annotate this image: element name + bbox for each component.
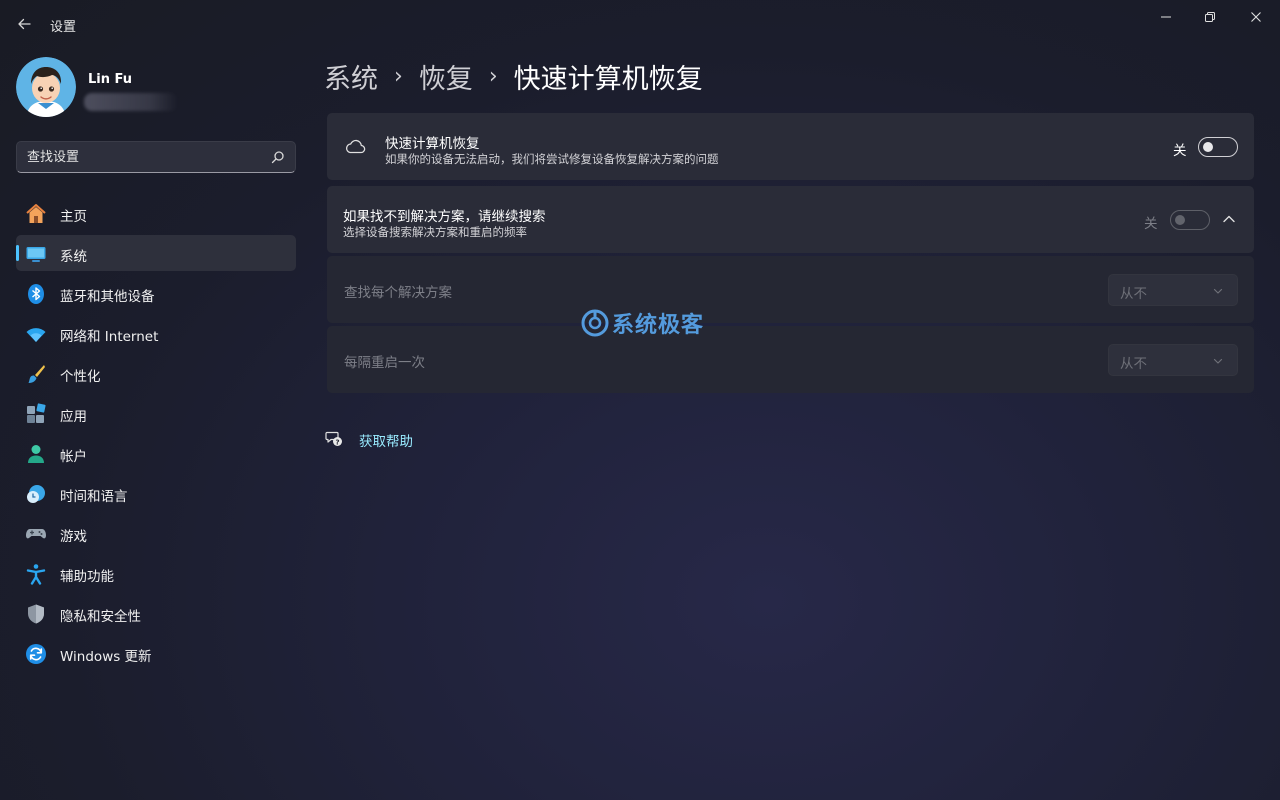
restart-interval-row: 每隔重启一次 从不 (327, 326, 1254, 393)
card-description: 选择设备搜索解决方案和重启的频率 (343, 225, 527, 239)
sidebar-item-label: 网络和 Internet (60, 329, 159, 345)
arrow-left-icon (18, 18, 31, 30)
sidebar-item-windows-update[interactable]: Windows 更新 (16, 635, 296, 671)
card-title: 如果找不到解决方案，请继续搜索 (343, 209, 546, 225)
restart-interval-dropdown[interactable]: 从不 (1108, 344, 1238, 376)
sidebar-item-label: 系统 (60, 249, 87, 265)
restore-button[interactable] (1194, 8, 1226, 26)
sidebar-item-label: 辅助功能 (60, 569, 114, 585)
cloud-icon (345, 139, 366, 154)
bluetooth-icon (25, 283, 47, 305)
sidebar-item-network[interactable]: 网络和 Internet (16, 315, 296, 351)
sidebar-item-gaming[interactable]: 游戏 (16, 515, 296, 551)
page-title: 快速计算机恢复 (513, 63, 703, 95)
setting-label: 每隔重启一次 (344, 355, 425, 371)
sidebar-item-bluetooth[interactable]: 蓝牙和其他设备 (16, 275, 296, 311)
quick-recovery-toggle[interactable] (1198, 137, 1238, 157)
breadcrumb-separator: › (394, 63, 403, 89)
setting-label: 查找每个解决方案 (344, 285, 452, 301)
sidebar-item-home[interactable]: 主页 (16, 195, 296, 231)
minimize-icon (1161, 16, 1171, 18)
chevron-up-icon[interactable] (1222, 212, 1236, 226)
quick-recovery-card: 快速计算机恢复 如果你的设备无法启动，我们将尝试修复设备恢复解决方案的问题 关 (327, 113, 1254, 180)
toggle-state-label: 关 (1173, 143, 1187, 159)
wifi-icon (25, 323, 47, 345)
search-input[interactable] (27, 142, 257, 172)
monitor-icon (25, 243, 47, 265)
user-name: Lin Fu (88, 72, 133, 87)
minimize-button[interactable] (1150, 8, 1182, 26)
gamepad-icon (25, 523, 47, 545)
sidebar-item-label: 帐户 (60, 449, 87, 465)
back-button[interactable] (14, 14, 34, 34)
watermark: 系统极客 (580, 308, 704, 338)
card-title: 快速计算机恢复 (385, 136, 480, 152)
get-help-link[interactable]: 获取帮助 (359, 430, 413, 450)
shield-icon (25, 603, 47, 625)
sidebar-item-system[interactable]: 系统 (16, 235, 296, 271)
accessibility-icon (25, 563, 47, 585)
find-solution-row: 查找每个解决方案 从不 (327, 256, 1254, 323)
sidebar-item-privacy[interactable]: 隐私和安全性 (16, 595, 296, 631)
sidebar-nav: 主页 系统 蓝牙和其他设备 网络和 Internet 个性化 应用 帐户 时间和… (16, 195, 296, 675)
sidebar-item-label: 时间和语言 (60, 489, 128, 505)
toggle-knob (1175, 215, 1185, 225)
breadcrumb: 系统 › 恢复 › 快速计算机恢复 (324, 56, 703, 96)
continue-search-toggle[interactable] (1170, 210, 1210, 230)
close-icon (1251, 12, 1261, 22)
toggle-knob (1203, 142, 1213, 152)
breadcrumb-item-recovery[interactable]: 恢复 (419, 57, 473, 96)
search-icon[interactable] (271, 150, 285, 164)
breadcrumb-item-system[interactable]: 系统 (324, 57, 378, 96)
brush-icon (25, 363, 47, 385)
home-icon (25, 203, 47, 225)
sidebar-item-personalization[interactable]: 个性化 (16, 355, 296, 391)
dropdown-value: 从不 (1120, 356, 1147, 372)
restore-icon (1205, 12, 1215, 22)
sidebar-item-accounts[interactable]: 帐户 (16, 435, 296, 471)
user-email-redacted (84, 93, 178, 111)
chevron-down-icon (1213, 358, 1223, 364)
refresh-icon (25, 643, 47, 665)
avatar[interactable] (16, 57, 76, 117)
sidebar-item-label: 主页 (60, 209, 87, 225)
find-solution-dropdown[interactable]: 从不 (1108, 274, 1238, 306)
sidebar-item-label: 个性化 (60, 369, 101, 385)
chevron-down-icon (1213, 288, 1223, 294)
clock-globe-icon (25, 483, 47, 505)
person-icon (25, 443, 47, 465)
dropdown-value: 从不 (1120, 286, 1147, 302)
app-title: 设置 (50, 20, 77, 35)
apps-icon (25, 403, 47, 425)
sidebar-item-label: 蓝牙和其他设备 (60, 289, 155, 305)
search-box[interactable] (16, 141, 296, 173)
card-description: 如果你的设备无法启动，我们将尝试修复设备恢复解决方案的问题 (385, 152, 719, 166)
sidebar-item-label: 游戏 (60, 529, 87, 545)
sidebar-item-label: 应用 (60, 409, 87, 425)
sidebar-item-label: Windows 更新 (60, 649, 152, 665)
close-button[interactable] (1240, 8, 1272, 26)
sidebar-item-label: 隐私和安全性 (60, 609, 141, 625)
watermark-logo-icon (581, 309, 609, 337)
title-bar: 设置 (0, 0, 1280, 48)
help-chat-icon: ? (325, 431, 342, 446)
toggle-state-label: 关 (1144, 216, 1158, 232)
sidebar-item-accessibility[interactable]: 辅助功能 (16, 555, 296, 591)
cartoon-avatar-icon (16, 57, 76, 117)
sidebar-item-time-language[interactable]: 时间和语言 (16, 475, 296, 511)
svg-text:?: ? (335, 438, 339, 446)
sidebar-item-apps[interactable]: 应用 (16, 395, 296, 431)
continue-search-card[interactable]: 如果找不到解决方案，请继续搜索 选择设备搜索解决方案和重启的频率 关 (327, 186, 1254, 253)
watermark-text: 系统极客 (612, 313, 705, 338)
breadcrumb-separator: › (488, 63, 498, 89)
